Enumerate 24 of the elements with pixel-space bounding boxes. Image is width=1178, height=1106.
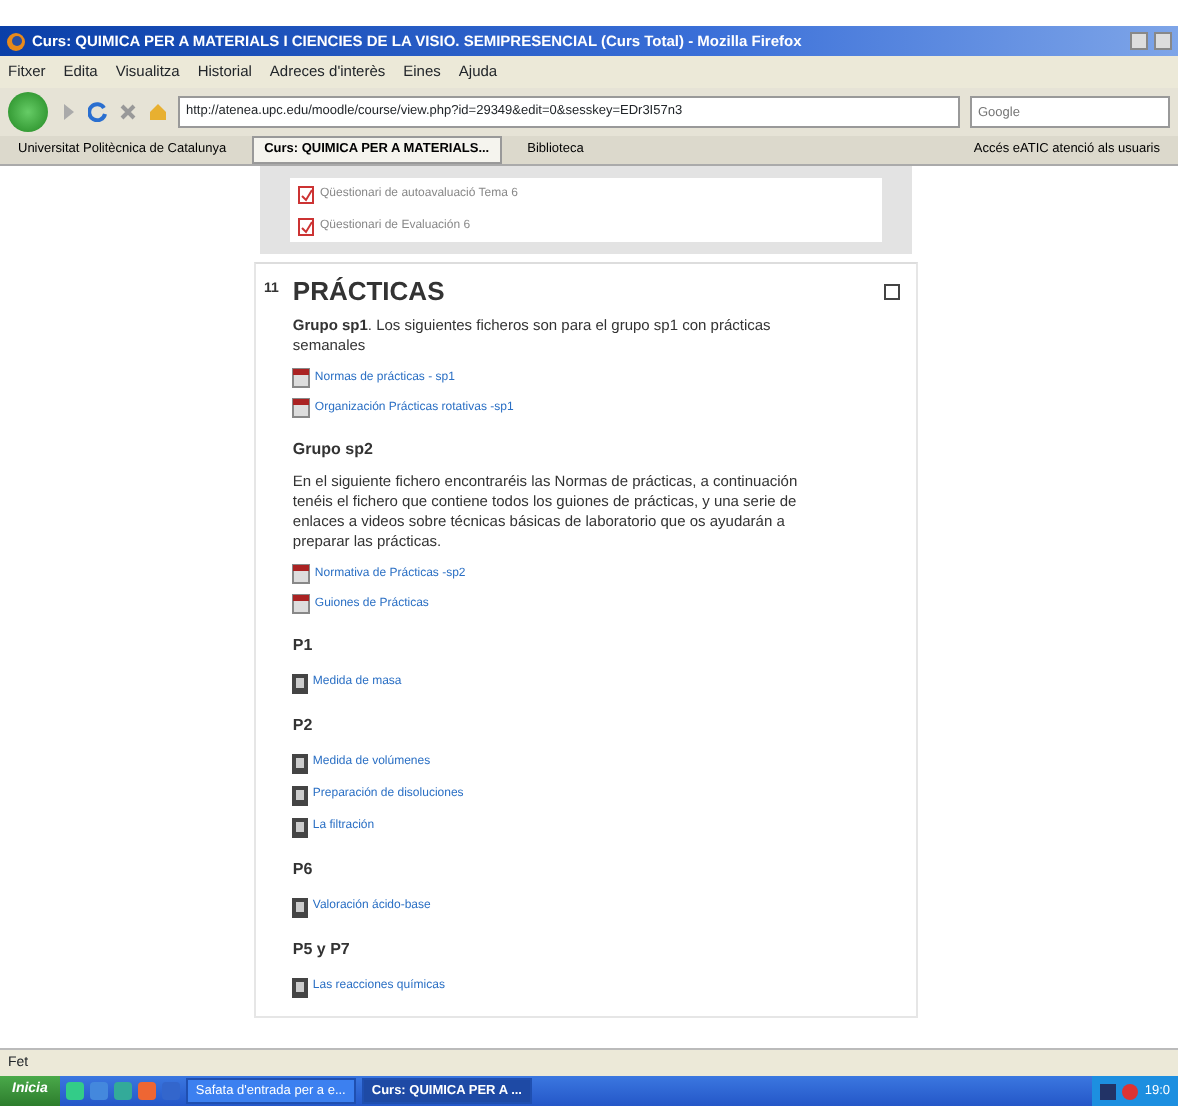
home-icon (148, 102, 168, 122)
reload-icon (88, 102, 108, 122)
forward-icon (58, 102, 78, 122)
subheading: P6 (292, 857, 315, 881)
pdf-icon (292, 398, 311, 418)
pdf-icon (292, 564, 311, 584)
pdf-icon (292, 368, 311, 388)
maximize-button[interactable] (1154, 32, 1172, 50)
subheading: Grupo sp2 (292, 437, 375, 461)
subheading: P5 y P7 (292, 937, 352, 961)
stop-icon (118, 102, 138, 122)
section-title: PRÁCTICAS (292, 274, 445, 310)
firefox-icon (6, 31, 26, 51)
subheading: P2 (292, 713, 315, 737)
quiz-icon (298, 185, 314, 203)
minimize-button[interactable] (1130, 32, 1148, 50)
subheading: P1 (292, 633, 315, 657)
file-icon (292, 673, 309, 693)
file-icon (292, 897, 309, 917)
file-icon (292, 977, 309, 997)
quiz-icon (298, 217, 314, 235)
back-button[interactable] (8, 92, 48, 132)
highlight-toggle[interactable] (884, 283, 900, 300)
pdf-icon (292, 594, 311, 614)
